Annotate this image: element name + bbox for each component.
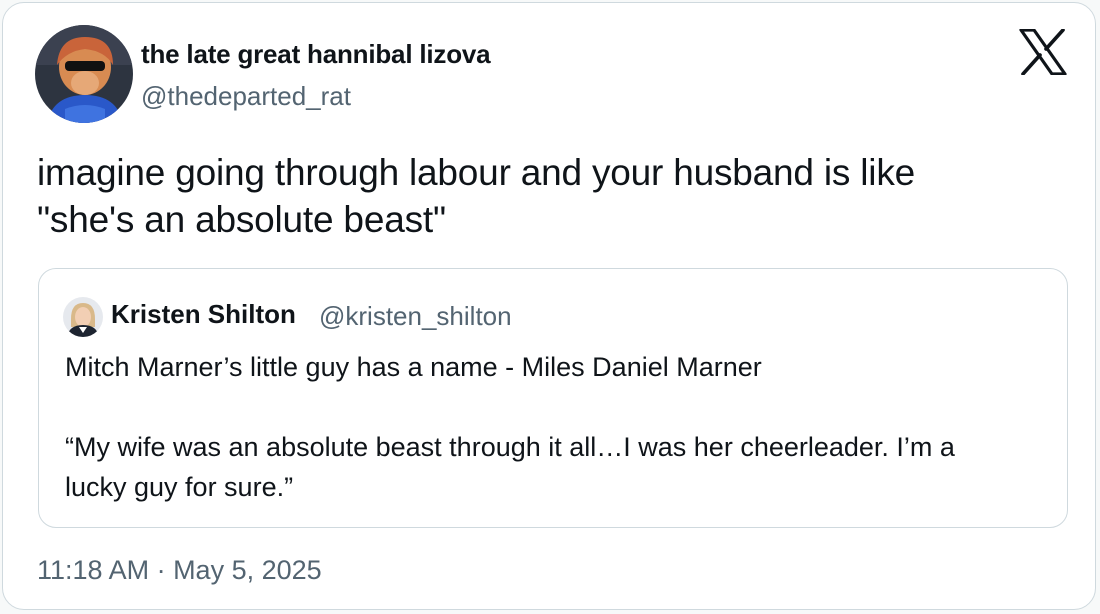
quoted-author-handle[interactable]: @kristen_shilton	[319, 301, 512, 332]
quoted-tweet-text: Mitch Marner’s little guy has a name - M…	[65, 347, 1055, 507]
tweet-timestamp[interactable]: 11:18 AM · May 5, 2025	[37, 555, 322, 586]
tweet-text-line: imagine going through labour and your hu…	[37, 152, 915, 193]
quoted-tweet[interactable]: Kristen Shilton @kristen_shilton Mitch M…	[38, 268, 1068, 528]
x-logo-icon[interactable]	[1019, 28, 1067, 76]
quoted-author-display-name[interactable]: Kristen Shilton	[111, 299, 296, 330]
author-avatar[interactable]	[35, 25, 133, 123]
author-display-name[interactable]: the late great hannibal lizova	[141, 39, 491, 70]
quoted-text-line: Mitch Marner’s little guy has a name - M…	[65, 352, 762, 382]
quoted-author-avatar-image	[63, 297, 103, 337]
tweet-card: the late great hannibal lizova @thedepar…	[2, 2, 1096, 610]
quoted-text-line: lucky guy for sure.”	[65, 472, 294, 502]
author-avatar-image	[35, 25, 133, 123]
quoted-author-avatar[interactable]	[63, 297, 103, 337]
tweet-text: imagine going through labour and your hu…	[37, 149, 1067, 243]
author-handle[interactable]: @thedeparted_rat	[141, 81, 351, 112]
quoted-text-line: “My wife was an absolute beast through i…	[65, 432, 955, 462]
tweet-text-line: "she's an absolute beast"	[37, 199, 446, 240]
